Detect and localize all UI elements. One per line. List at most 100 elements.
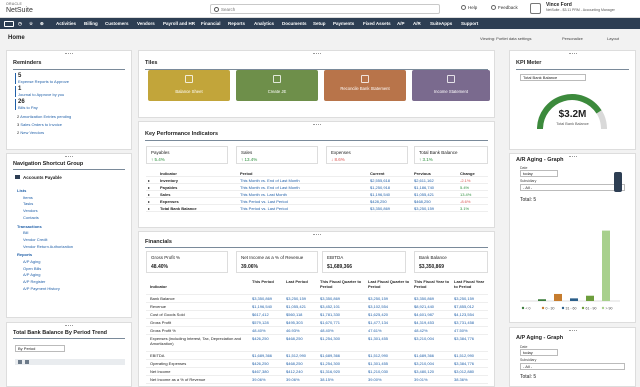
cell[interactable]: $426,250 — [252, 336, 269, 341]
cell[interactable]: $4,319,453 — [414, 320, 434, 325]
nav-vendors[interactable]: Vendors — [137, 21, 155, 26]
cell[interactable]: $3,452,101 — [320, 304, 340, 309]
cell[interactable]: $3,250,159 — [414, 206, 434, 211]
cell[interactable]: $3,350,869 — [252, 296, 272, 301]
cell[interactable]: $1,689,366 — [320, 353, 340, 358]
drag-handle[interactable] — [312, 124, 321, 125]
aging-bar[interactable] — [554, 293, 562, 301]
nav-activities[interactable]: Activities — [56, 21, 76, 26]
reminder-item[interactable]: 5 Expense Reports to Approve — [15, 73, 127, 84]
cell[interactable]: $1,477,134 — [368, 320, 388, 325]
chart-type-icon[interactable] — [25, 360, 29, 364]
cell[interactable]: 46.93% — [286, 328, 300, 333]
cell[interactable]: $3,350,869 — [370, 206, 390, 211]
kpi-meter-select[interactable]: Total Bank Balance — [520, 74, 586, 81]
nav-suiteapps[interactable]: SuiteApps — [430, 21, 452, 26]
layout-button[interactable]: Layout — [607, 36, 619, 41]
table-row[interactable]: ▸ Sales This Month vs. Last Month $1,196,54… — [146, 191, 488, 198]
cell[interactable]: This Month vs. End of Last Month — [240, 185, 300, 190]
cell[interactable]: $2,555,618 — [370, 178, 390, 183]
nav-star-icon[interactable]: ☆ — [29, 21, 33, 27]
cell[interactable]: $468,250 — [414, 199, 431, 204]
table-row[interactable]: ▸ Inventory This Month vs. End of Last Mon… — [146, 177, 488, 184]
shortcut-group-name[interactable]: Accounts Payable — [15, 175, 62, 180]
cell[interactable]: $1,689,366 — [414, 353, 434, 358]
cell[interactable]: $1,196,540 — [370, 192, 390, 197]
aging-bar[interactable] — [586, 295, 594, 301]
table-row[interactable]: Gross Profit $579,128 $495,303 $1,670,771 $1… — [146, 319, 488, 327]
cell[interactable]: $579,128 — [252, 320, 269, 325]
nav-billing[interactable]: Billing — [84, 21, 98, 26]
cell[interactable]: $3,250,159 — [454, 296, 474, 301]
cell[interactable]: $560,118 — [286, 312, 302, 317]
nav-support[interactable]: Support — [461, 21, 478, 26]
subsidiary-select[interactable]: - All - — [520, 184, 625, 191]
tile-income-statement[interactable]: Income Statement — [412, 70, 490, 101]
table-row[interactable]: Expenses (including Interest, Tax, Depre… — [146, 335, 488, 352]
cell[interactable]: 39.01% — [414, 377, 428, 382]
cell[interactable]: $8,921,440 — [414, 304, 434, 309]
kpi-card-bank-balance[interactable]: Total Bank Balance ↑ 3.1% — [414, 146, 488, 164]
table-row[interactable]: Gross Profit % 48.40% 46.93% 48.40% 47.61% 48… — [146, 327, 488, 335]
cell[interactable]: $3,384,776 — [454, 361, 474, 366]
table-row[interactable]: ▸ Expenses This Period vs. Last Period $428… — [146, 198, 488, 205]
tile-reconcile-bank[interactable]: Reconcile Bank Statement — [324, 70, 406, 101]
date-field[interactable]: today — [520, 170, 558, 177]
kpi-card-expenses[interactable]: Expenses ↓ 8.6% — [326, 146, 408, 164]
cell[interactable]: $1,689,366 — [252, 353, 272, 358]
cell[interactable]: $1,254,300 — [320, 336, 340, 341]
table-row[interactable]: Operating Expenses $426,250 $468,250 $1,254… — [146, 360, 488, 368]
cell[interactable]: 39.06% — [286, 377, 300, 382]
nav-documents[interactable]: Documents — [282, 21, 307, 26]
cell[interactable]: $4,601,987 — [414, 312, 434, 317]
cell[interactable]: 38.15% — [320, 377, 334, 382]
nav-ap[interactable]: A/P — [397, 21, 405, 26]
cell[interactable]: $617,412 — [252, 312, 269, 317]
shortcut-link[interactable]: A/P Aging — [17, 259, 127, 266]
cell[interactable]: $1,301,455 — [368, 361, 388, 366]
cell[interactable]: $467,380 — [252, 369, 269, 374]
table-row[interactable]: Cost of Goods Sold $617,412 $560,118 $1,781… — [146, 311, 488, 319]
drag-handle[interactable] — [312, 53, 321, 54]
cell[interactable]: $3,350,869 — [414, 296, 434, 301]
reminder-item[interactable]: 26 Bills to Pay — [15, 99, 127, 110]
cell[interactable]: 47.61% — [368, 328, 382, 333]
user-menu[interactable]: Vince Ford NetSuite - $3.11 PRM - Accoun… — [546, 2, 615, 13]
cell[interactable]: $1,250,918 — [370, 185, 390, 190]
drag-handle[interactable] — [568, 330, 577, 331]
home-icon[interactable] — [4, 21, 14, 27]
subsidiary-select[interactable]: - All - — [520, 363, 625, 370]
reminder-item[interactable]: 2 Amortization Entries pending — [15, 114, 127, 122]
cell[interactable]: $428,250 — [370, 199, 387, 204]
expand-icon[interactable]: ▸ — [148, 178, 150, 183]
cell[interactable]: $4,123,554 — [454, 312, 474, 317]
kpi-card-sales[interactable]: Sales ↑ 13.4% — [236, 146, 318, 164]
table-row[interactable]: Revenue $1,196,540 $1,055,421 $3,452,101 $3,… — [146, 303, 488, 311]
cell[interactable]: 39.00% — [368, 377, 382, 382]
reminder-item[interactable]: 1 Journal to Approve by you — [15, 86, 127, 97]
nav-payments[interactable]: Payments — [333, 21, 354, 26]
shortcut-link[interactable]: Bill — [17, 230, 127, 237]
expand-icon[interactable]: ▸ — [148, 199, 150, 204]
cell[interactable]: $3,250,159 — [286, 296, 306, 301]
shortcut-link[interactable]: Vendors — [17, 208, 127, 215]
aging-bar[interactable] — [570, 298, 578, 301]
aging-bar[interactable] — [602, 230, 610, 301]
cell[interactable]: $1,512,990 — [286, 353, 306, 358]
drag-handle[interactable] — [65, 156, 73, 157]
chart-type-icon[interactable] — [18, 360, 22, 364]
cell[interactable]: 48.40% — [252, 328, 266, 333]
nav-financial[interactable]: Financial — [201, 21, 221, 26]
expand-icon[interactable]: ▸ — [148, 206, 150, 211]
shortcut-link[interactable]: Vendor Credit — [17, 237, 127, 244]
cell[interactable]: $468,250 — [286, 336, 303, 341]
tile-create-je[interactable]: Create JE — [236, 70, 318, 101]
cell[interactable]: $3,731,458 — [454, 320, 474, 325]
cell[interactable]: $1,254,300 — [320, 361, 340, 366]
nav-reports[interactable]: Reports — [228, 21, 245, 26]
cell[interactable]: $1,055,421 — [286, 304, 306, 309]
cell[interactable]: $3,102,554 — [368, 304, 388, 309]
nav-ar[interactable]: A/R — [413, 21, 421, 26]
user-avatar[interactable] — [530, 3, 541, 14]
cell[interactable]: $7,855,012 — [454, 304, 474, 309]
